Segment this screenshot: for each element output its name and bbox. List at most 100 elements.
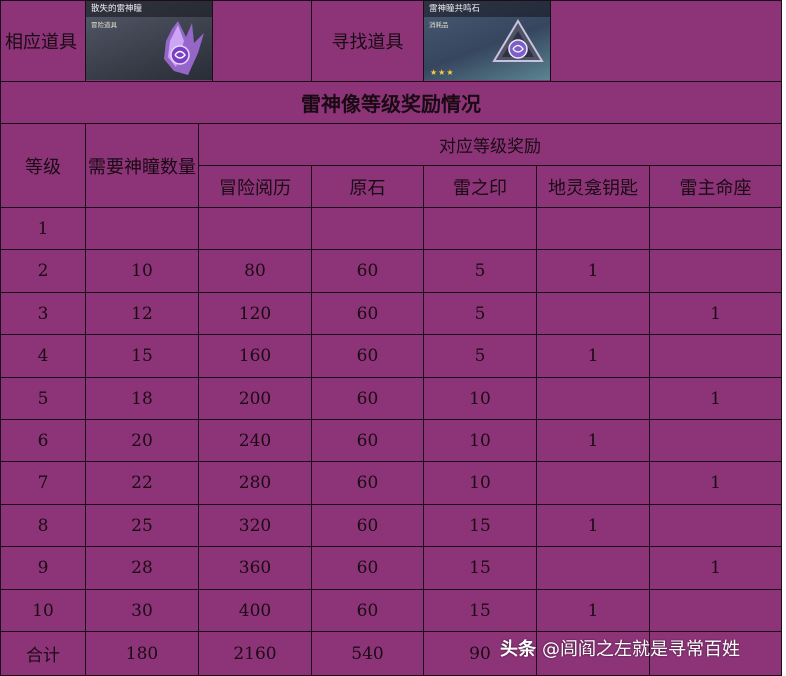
row-constellation-cell: 1	[650, 378, 782, 420]
row-primogem-cell: 60	[312, 462, 424, 505]
card-type: 消耗品	[429, 21, 449, 29]
total-primogem-cell: 540	[312, 632, 424, 676]
row-primogem-cell: 60	[312, 547, 424, 590]
row-adventure-exp-cell: 360	[199, 547, 312, 590]
reward-header-electro-sigil: 雷之印	[424, 166, 537, 208]
row-level-cell: 10	[0, 590, 86, 632]
row-constellation-cell	[650, 208, 782, 250]
required-count-header: 需要神瞳数量	[86, 124, 199, 208]
row-adventure-exp-cell: 280	[199, 462, 312, 505]
lost-electroculus-image: 散失的雷神瞳 冒险道具	[86, 0, 213, 82]
resonance-stone-image: 雷神瞳共鸣石 消耗品 ★★★	[424, 0, 551, 82]
row-constellation-cell: 1	[650, 462, 782, 505]
reward-header-shrine-key: 地灵龛钥匙	[537, 166, 650, 208]
row-electro-sigil-cell	[424, 208, 537, 250]
row-electro-sigil-cell: 15	[424, 505, 537, 547]
watermark-handle: @闾阎之左就是寻常百姓	[542, 639, 740, 660]
row-required-count-cell	[86, 208, 199, 250]
row-electro-sigil-cell: 10	[424, 462, 537, 505]
row-electro-sigil-cell: 15	[424, 590, 537, 632]
reward-header-primogem: 原石	[312, 166, 424, 208]
total-required-count-cell: 180	[86, 632, 199, 676]
row-level-cell: 8	[0, 505, 86, 547]
row-constellation-cell: 1	[650, 293, 782, 335]
row-required-count-cell: 22	[86, 462, 199, 505]
header-empty-cell	[551, 0, 782, 82]
row-shrine-key-cell: 1	[537, 420, 650, 462]
row-constellation-cell	[650, 250, 782, 293]
reward-header-adventure-exp: 冒险阅历	[199, 166, 312, 208]
watermark-brand: 头条	[500, 639, 536, 660]
reward-header-constellation: 雷主命座	[650, 166, 782, 208]
card-title: 散失的雷神瞳	[86, 1, 212, 17]
card-title: 雷神瞳共鸣石	[424, 1, 550, 17]
row-primogem-cell: 60	[312, 335, 424, 378]
row-shrine-key-cell	[537, 208, 650, 250]
row-required-count-cell: 30	[86, 590, 199, 632]
row-electro-sigil-cell: 10	[424, 378, 537, 420]
row-level-cell: 2	[0, 250, 86, 293]
row-primogem-cell	[312, 208, 424, 250]
row-required-count-cell: 20	[86, 420, 199, 462]
row-constellation-cell	[650, 590, 782, 632]
related-item-label: 相应道具	[0, 0, 86, 82]
row-shrine-key-cell	[537, 293, 650, 335]
row-level-cell: 4	[0, 335, 86, 378]
row-shrine-key-cell: 1	[537, 335, 650, 378]
row-adventure-exp-cell: 80	[199, 250, 312, 293]
row-shrine-key-cell: 1	[537, 590, 650, 632]
total-level-cell: 合计	[0, 632, 86, 676]
row-adventure-exp-cell	[199, 208, 312, 250]
row-constellation-cell	[650, 420, 782, 462]
header-empty-cell	[213, 0, 312, 82]
row-primogem-cell: 60	[312, 505, 424, 547]
row-required-count-cell: 10	[86, 250, 199, 293]
row-adventure-exp-cell: 400	[199, 590, 312, 632]
row-required-count-cell: 28	[86, 547, 199, 590]
row-level-cell: 5	[0, 378, 86, 420]
row-level-cell: 3	[0, 293, 86, 335]
find-item-label: 寻找道具	[312, 0, 424, 82]
row-level-cell: 1	[0, 208, 86, 250]
level-header: 等级	[0, 124, 86, 208]
row-adventure-exp-cell: 240	[199, 420, 312, 462]
row-level-cell: 6	[0, 420, 86, 462]
card-type: 冒险道具	[91, 21, 117, 29]
rarity-stars: ★★★	[430, 68, 455, 77]
row-electro-sigil-cell: 10	[424, 420, 537, 462]
row-constellation-cell: 1	[650, 547, 782, 590]
row-shrine-key-cell: 1	[537, 250, 650, 293]
row-required-count-cell: 18	[86, 378, 199, 420]
row-required-count-cell: 25	[86, 505, 199, 547]
row-electro-sigil-cell: 5	[424, 293, 537, 335]
row-shrine-key-cell: 1	[537, 505, 650, 547]
row-primogem-cell: 60	[312, 250, 424, 293]
row-primogem-cell: 60	[312, 420, 424, 462]
row-primogem-cell: 60	[312, 590, 424, 632]
row-constellation-cell	[650, 505, 782, 547]
row-shrine-key-cell	[537, 547, 650, 590]
row-shrine-key-cell	[537, 378, 650, 420]
row-adventure-exp-cell: 160	[199, 335, 312, 378]
row-primogem-cell: 60	[312, 378, 424, 420]
row-level-cell: 7	[0, 462, 86, 505]
row-electro-sigil-cell: 15	[424, 547, 537, 590]
row-required-count-cell: 15	[86, 335, 199, 378]
row-shrine-key-cell	[537, 462, 650, 505]
row-required-count-cell: 12	[86, 293, 199, 335]
reward-table: 相应道具 散失的雷神瞳 冒险道具 寻找道具 雷神瞳共鸣石 消耗品 ★★★ 雷神像…	[0, 0, 786, 676]
row-adventure-exp-cell: 320	[199, 505, 312, 547]
row-electro-sigil-cell: 5	[424, 335, 537, 378]
rewards-group-header: 对应等级奖励	[199, 124, 782, 166]
table-title: 雷神像等级奖励情况	[0, 82, 782, 124]
watermark: 头条 @闾阎之左就是寻常百姓	[500, 634, 740, 662]
resonance-stone-icon	[492, 19, 544, 62]
total-adventure-exp-cell: 2160	[199, 632, 312, 676]
row-primogem-cell: 60	[312, 293, 424, 335]
row-adventure-exp-cell: 120	[199, 293, 312, 335]
row-level-cell: 9	[0, 547, 86, 590]
row-adventure-exp-cell: 200	[199, 378, 312, 420]
row-constellation-cell	[650, 335, 782, 378]
row-electro-sigil-cell: 5	[424, 250, 537, 293]
electroculus-crystal-icon	[164, 21, 204, 75]
